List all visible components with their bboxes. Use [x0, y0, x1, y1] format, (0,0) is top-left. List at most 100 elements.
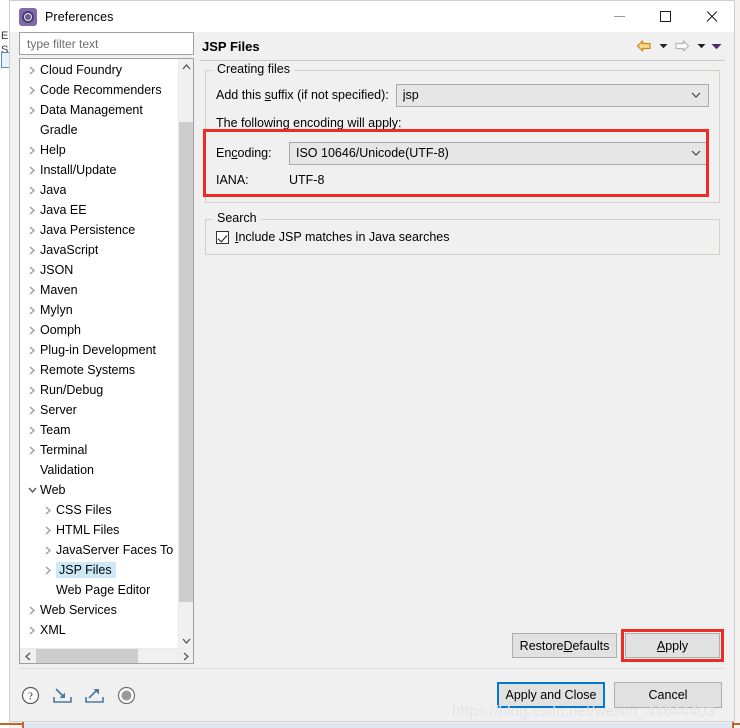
chevron-right-icon[interactable]	[24, 65, 40, 75]
dialog-body: Cloud Foundry Code Recommenders Data Manag…	[10, 32, 734, 664]
sidebar-item-oomph[interactable]: Oomph	[20, 320, 178, 340]
tree-scroll-track[interactable]	[179, 74, 193, 633]
creating-files-group: Creating files Add this suffix (if not s…	[205, 62, 720, 203]
tree-vertical-scrollbar[interactable]	[178, 59, 193, 648]
scroll-up-icon[interactable]	[179, 59, 193, 74]
forward-history-chevron-down-icon[interactable]	[694, 35, 708, 57]
sidebar-item-run-debug[interactable]: Run/Debug	[20, 380, 178, 400]
include-jsp-matches-checkbox[interactable]	[216, 230, 229, 244]
chevron-right-icon[interactable]	[24, 205, 40, 215]
sidebar-item-css-files[interactable]: CSS Files	[36, 500, 178, 520]
forward-arrow-icon[interactable]	[671, 35, 693, 57]
chevron-right-icon[interactable]	[40, 565, 56, 575]
apply-button[interactable]: Apply	[625, 633, 720, 658]
sidebar-item-help[interactable]: Help	[20, 140, 178, 160]
search-input[interactable]	[25, 35, 188, 52]
chevron-right-icon[interactable]	[40, 505, 56, 515]
suffix-chevron-down-icon[interactable]	[687, 90, 705, 101]
sidebar-item-label: Web	[40, 483, 66, 497]
cancel-button[interactable]: Cancel	[614, 682, 722, 708]
chevron-right-icon[interactable]	[24, 285, 40, 295]
chevron-right-icon[interactable]	[24, 145, 40, 155]
chevron-right-icon[interactable]	[24, 185, 40, 195]
chevron-right-icon[interactable]	[24, 325, 40, 335]
chevron-right-icon[interactable]	[24, 265, 40, 275]
sidebar-item-install-update[interactable]: Install/Update	[20, 160, 178, 180]
sidebar-item-terminal[interactable]: Terminal	[20, 440, 178, 460]
close-button[interactable]	[688, 1, 734, 32]
record-icon[interactable]	[115, 684, 137, 706]
dialog-title: Preferences	[45, 9, 114, 24]
suffix-label-post: uffix (if not specified):	[270, 88, 389, 102]
maximize-button[interactable]	[642, 1, 688, 32]
chevron-right-icon[interactable]	[24, 105, 40, 115]
sidebar-item-web[interactable]: Web	[20, 480, 178, 500]
sidebar-item-mylyn[interactable]: Mylyn	[20, 300, 178, 320]
sidebar-item-web-page-editor[interactable]: Web Page Editor	[36, 580, 178, 600]
tree-hscroll-track[interactable]	[35, 649, 178, 663]
sidebar-item-java-ee[interactable]: Java EE	[20, 200, 178, 220]
sidebar-item-cloud-foundry[interactable]: Cloud Foundry	[20, 60, 178, 80]
chevron-right-icon[interactable]	[24, 305, 40, 315]
sidebar-item-javaserver-faces-to[interactable]: JavaServer Faces To	[36, 540, 178, 560]
import-icon[interactable]	[51, 684, 73, 706]
sidebar-item-java[interactable]: Java	[20, 180, 178, 200]
chevron-right-icon[interactable]	[40, 545, 56, 555]
tree-scroll-thumb[interactable]	[179, 122, 193, 602]
sidebar-item-xml[interactable]: XML	[20, 620, 178, 640]
minimize-button[interactable]	[596, 1, 642, 32]
sidebar-item-jsp-files[interactable]: JSP Files	[36, 560, 178, 580]
preferences-dialog: Preferences Cloud Foundry Code Recommende…	[9, 0, 735, 722]
chevron-right-icon[interactable]	[24, 165, 40, 175]
suffix-combo[interactable]: jsp	[395, 83, 709, 107]
background-letter-0: E	[1, 30, 9, 42]
chevron-right-icon[interactable]	[24, 385, 40, 395]
sidebar-item-label: JSP Files	[56, 562, 116, 578]
chevron-right-icon[interactable]	[24, 625, 40, 635]
chevron-right-icon[interactable]	[24, 425, 40, 435]
sidebar-item-validation[interactable]: Validation	[20, 460, 178, 480]
tree-horizontal-scrollbar[interactable]	[20, 648, 193, 663]
sidebar-item-json[interactable]: JSON	[20, 260, 178, 280]
scroll-right-icon[interactable]	[178, 649, 193, 663]
back-arrow-icon[interactable]	[633, 35, 655, 57]
chevron-right-icon[interactable]	[24, 85, 40, 95]
filter-box[interactable]	[19, 32, 194, 55]
sidebar-item-code-recommenders[interactable]: Code Recommenders	[20, 80, 178, 100]
encoding-combo[interactable]: ISO 10646/Unicode(UTF-8)	[289, 141, 709, 165]
tree-hscroll-thumb[interactable]	[36, 649, 138, 663]
back-history-chevron-down-icon[interactable]	[656, 35, 670, 57]
export-icon[interactable]	[83, 684, 105, 706]
include-jsp-matches-row[interactable]: Include JSP matches in Java searches	[216, 230, 709, 244]
sidebar-item-web-services[interactable]: Web Services	[20, 600, 178, 620]
encoding-chevron-down-icon[interactable]	[687, 148, 705, 159]
chevron-right-icon[interactable]	[24, 445, 40, 455]
sidebar-item-java-persistence[interactable]: Java Persistence	[20, 220, 178, 240]
sidebar-item-maven[interactable]: Maven	[20, 280, 178, 300]
restore-defaults-button[interactable]: Restore Defaults	[512, 633, 617, 658]
preferences-tree-list[interactable]: Cloud Foundry Code Recommenders Data Manag…	[20, 59, 178, 648]
sidebar-item-javascript[interactable]: JavaScript	[20, 240, 178, 260]
help-icon[interactable]: ?	[19, 684, 41, 706]
chevron-right-icon[interactable]	[24, 345, 40, 355]
chevron-right-icon[interactable]	[40, 525, 56, 535]
sidebar-item-plug-in-development[interactable]: Plug-in Development	[20, 340, 178, 360]
chevron-right-icon[interactable]	[24, 225, 40, 235]
encoding-row: Encoding: ISO 10646/Unicode(UTF-8)	[216, 141, 709, 165]
sidebar-item-team[interactable]: Team	[20, 420, 178, 440]
sidebar-item-server[interactable]: Server	[20, 400, 178, 420]
chevron-right-icon[interactable]	[24, 245, 40, 255]
view-menu-chevron-down-icon[interactable]	[709, 35, 723, 57]
sidebar-item-remote-systems[interactable]: Remote Systems	[20, 360, 178, 380]
scroll-left-icon[interactable]	[20, 649, 35, 663]
sidebar-item-data-management[interactable]: Data Management	[20, 100, 178, 120]
chevron-right-icon[interactable]	[24, 365, 40, 375]
chevron-down-icon[interactable]	[24, 487, 40, 493]
sidebar-item-gradle[interactable]: Gradle	[20, 120, 178, 140]
chevron-right-icon[interactable]	[24, 605, 40, 615]
close-icon	[705, 10, 718, 23]
apply-and-close-button[interactable]: Apply and Close	[497, 682, 605, 708]
sidebar-item-html-files[interactable]: HTML Files	[36, 520, 178, 540]
scroll-down-icon[interactable]	[179, 633, 193, 648]
chevron-right-icon[interactable]	[24, 405, 40, 415]
